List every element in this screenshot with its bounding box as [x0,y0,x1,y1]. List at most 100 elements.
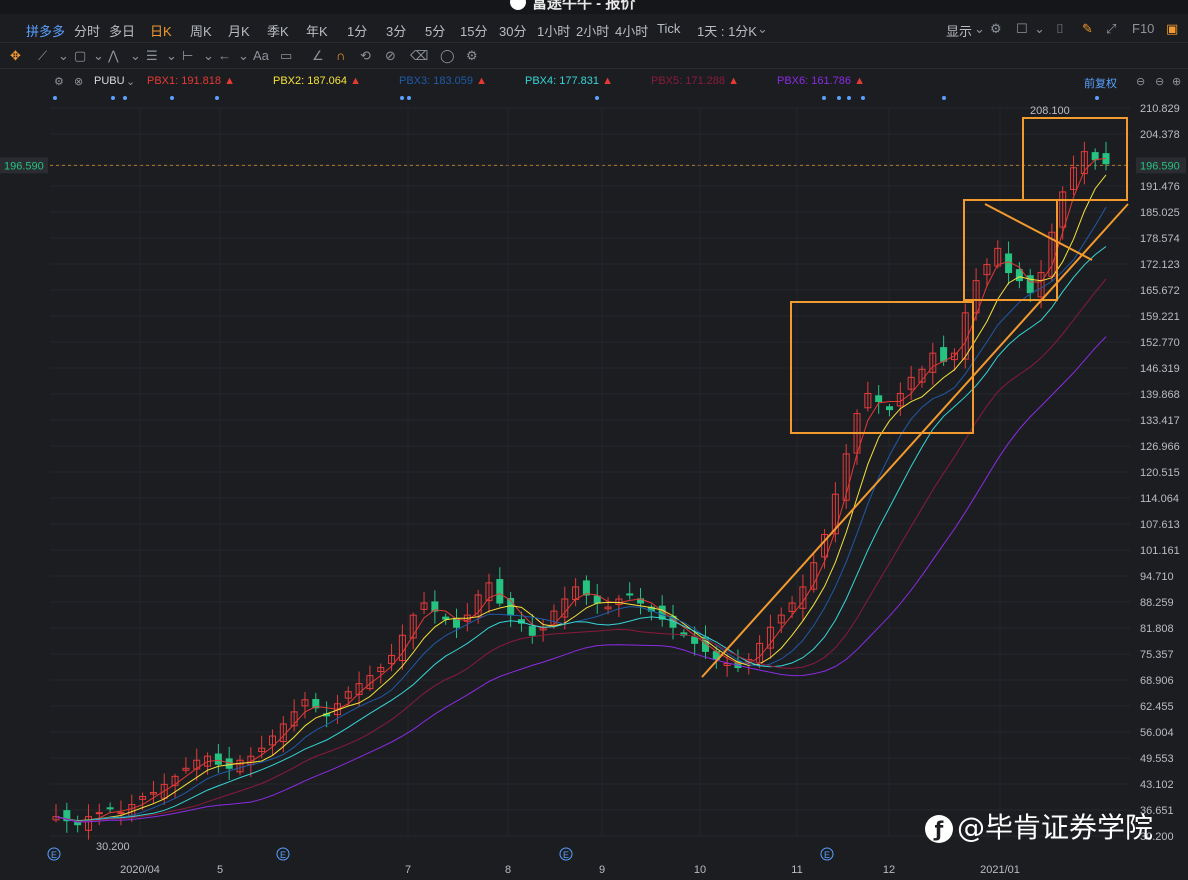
legend-name: PBX1 [147,75,176,87]
moving-average-line [55,157,1107,822]
price-axis-label: 81.808 [1140,623,1174,635]
comment-tool-icon[interactable]: ▭ [280,48,292,64]
chevron-down-icon[interactable]: ⌄ [126,75,135,88]
text-tool-icon[interactable]: Aa [253,48,269,63]
chevron-down-icon[interactable]: ⌄ [130,48,141,64]
chevron-down-icon[interactable]: ⌄ [1034,21,1045,37]
candle-body [117,812,125,815]
compare-icon[interactable]: ◯ [440,48,455,64]
adjustment-toggle[interactable]: 前复权 [1084,75,1117,91]
legend-name: PBX3 [399,75,428,87]
legend-item: PBX5: 171.288 ▲ [651,75,739,87]
chevron-down-icon[interactable]: ⌄ [58,48,69,64]
move-icon[interactable]: ✥ [10,48,21,64]
chevron-down-icon[interactable]: ⌄ [166,48,177,64]
price-axis-label: 191.476 [1140,181,1180,193]
legend-item: PBX2: 187.064 ▲ [273,75,361,87]
ruler-icon[interactable]: ∠ [312,48,324,64]
tab-intraday[interactable]: 分时 [74,21,100,40]
signal-dot [942,96,946,100]
rect-tool-icon[interactable]: ▢ [74,48,86,64]
watermark-logo-icon: ƒ [925,815,953,843]
chevron-down-icon[interactable]: ⌄ [974,21,985,37]
wave-tool-icon[interactable]: ⋀ [108,48,119,64]
tab-4hour[interactable]: 4小时 [615,21,648,40]
event-marker-label: E [51,850,57,860]
gear-icon[interactable]: ⚙ [990,21,1002,37]
checkbox-icon[interactable]: ☐ [1016,21,1028,37]
signal-dot [847,96,851,100]
fib-tool-icon[interactable]: ☰ [146,48,158,64]
candle-body [214,753,222,765]
sync-icon[interactable]: ⟲ [360,48,371,64]
signal-dot [861,96,865,100]
tab-5min[interactable]: 5分 [425,21,445,40]
current-price-left-label: 196.590 [4,160,44,172]
price-axis-label: 126.966 [1140,441,1180,453]
candle-body [442,616,450,620]
magnet-icon[interactable]: ∩ [336,48,345,63]
gear-icon[interactable]: ⚙ [54,75,64,88]
hide-icon[interactable]: ⊘ [385,48,396,64]
candle-body [496,579,504,604]
date-axis-label: 11 [791,864,802,876]
arrow-tool-icon[interactable]: ← [218,48,231,63]
zoom-out-icon[interactable]: ⊖ [1155,75,1164,88]
zoom-in-icon[interactable]: ⊕ [1172,75,1181,88]
legend-value: 183.059 [433,75,474,87]
tab-yearly-k[interactable]: 年K [306,21,328,40]
legend-value: 187.064 [307,75,348,87]
f10-button[interactable]: F10 [1132,21,1154,36]
tab-quarterly-k[interactable]: 季K [267,21,289,40]
chevron-down-icon[interactable]: ⌄ [757,21,768,37]
candle-body [593,595,601,604]
price-axis-label: 178.574 [1140,233,1180,245]
event-marker-label: E [824,850,830,860]
tab-1min[interactable]: 1分 [347,21,367,40]
close-icon[interactable]: ⊗ [74,75,83,88]
tab-15min[interactable]: 15分 [460,21,487,40]
measure-tool-icon[interactable]: ⊢ [182,48,193,64]
chart-svg[interactable]: 210.829 204.378 196.590 191.476 185.025 178.5… [0,92,1188,877]
price-axis-label: 139.868 [1140,389,1180,401]
tab-1hour[interactable]: 1小时 [537,21,570,40]
line-tool-icon[interactable]: ⟋ [38,48,47,64]
legend-name: PBX4 [525,75,554,87]
camera-icon[interactable]: ⌷ [1056,21,1064,37]
tab-daily-k[interactable]: 日K [150,21,172,40]
consolidation-box [963,199,1058,301]
price-axis-label: 75.357 [1140,649,1174,661]
tab-tick[interactable]: Tick [657,21,680,36]
pencil-icon[interactable]: ✎ [1082,21,1093,37]
candlestick-chart[interactable]: 210.829 204.378 196.590 191.476 185.025 178.5… [0,92,1188,877]
collapse-icon[interactable]: ⊖ [1136,75,1145,88]
tab-30min[interactable]: 30分 [499,21,526,40]
fullscreen-icon[interactable]: ⤢ [1106,21,1116,37]
low-annotation: 30.200 [96,841,130,853]
legend-value: 191.818 [181,75,222,87]
gear-icon[interactable]: ⚙ [466,48,478,64]
consolidation-box [1022,117,1128,201]
tab-monthly-k[interactable]: 月K [228,21,250,40]
trash-icon[interactable]: ⌫ [410,48,428,64]
chevron-down-icon[interactable]: ⌄ [203,48,214,64]
event-marker-label: E [280,850,286,860]
legend-item: PBX6: 161.786 ▲ [777,75,865,87]
tab-weekly-k[interactable]: 周K [190,21,212,40]
display-menu[interactable]: 显示 [946,21,972,40]
price-axis-label: 88.259 [1140,597,1174,609]
tab-2hour[interactable]: 2小时 [576,21,609,40]
chevron-down-icon[interactable]: ⌄ [93,48,104,64]
symbol-tab[interactable]: 拼多多 [26,21,65,40]
layout-icon[interactable]: ▣ [1166,21,1178,37]
indicator-legend: ⚙ ⊗ PUBU ⌄ PBX1: 191.818 ▲ PBX2: 187.064… [0,70,1188,92]
date-axis-label: 2021/01 [980,864,1020,876]
chevron-down-icon[interactable]: ⌄ [238,48,249,64]
price-axis-label: 43.102 [1140,779,1174,791]
tab-3min[interactable]: 3分 [386,21,406,40]
price-axis-label: 210.829 [1140,103,1180,115]
tab-day-1min[interactable]: 1天 : 1分K [697,21,757,40]
tab-multiday[interactable]: 多日 [109,21,135,40]
timeframe-toolbar: 拼多多 分时 多日 日K 周K 月K 季K 年K 1分 3分 5分 15分 30… [0,16,1188,43]
price-axis-label: 94.710 [1140,571,1174,583]
